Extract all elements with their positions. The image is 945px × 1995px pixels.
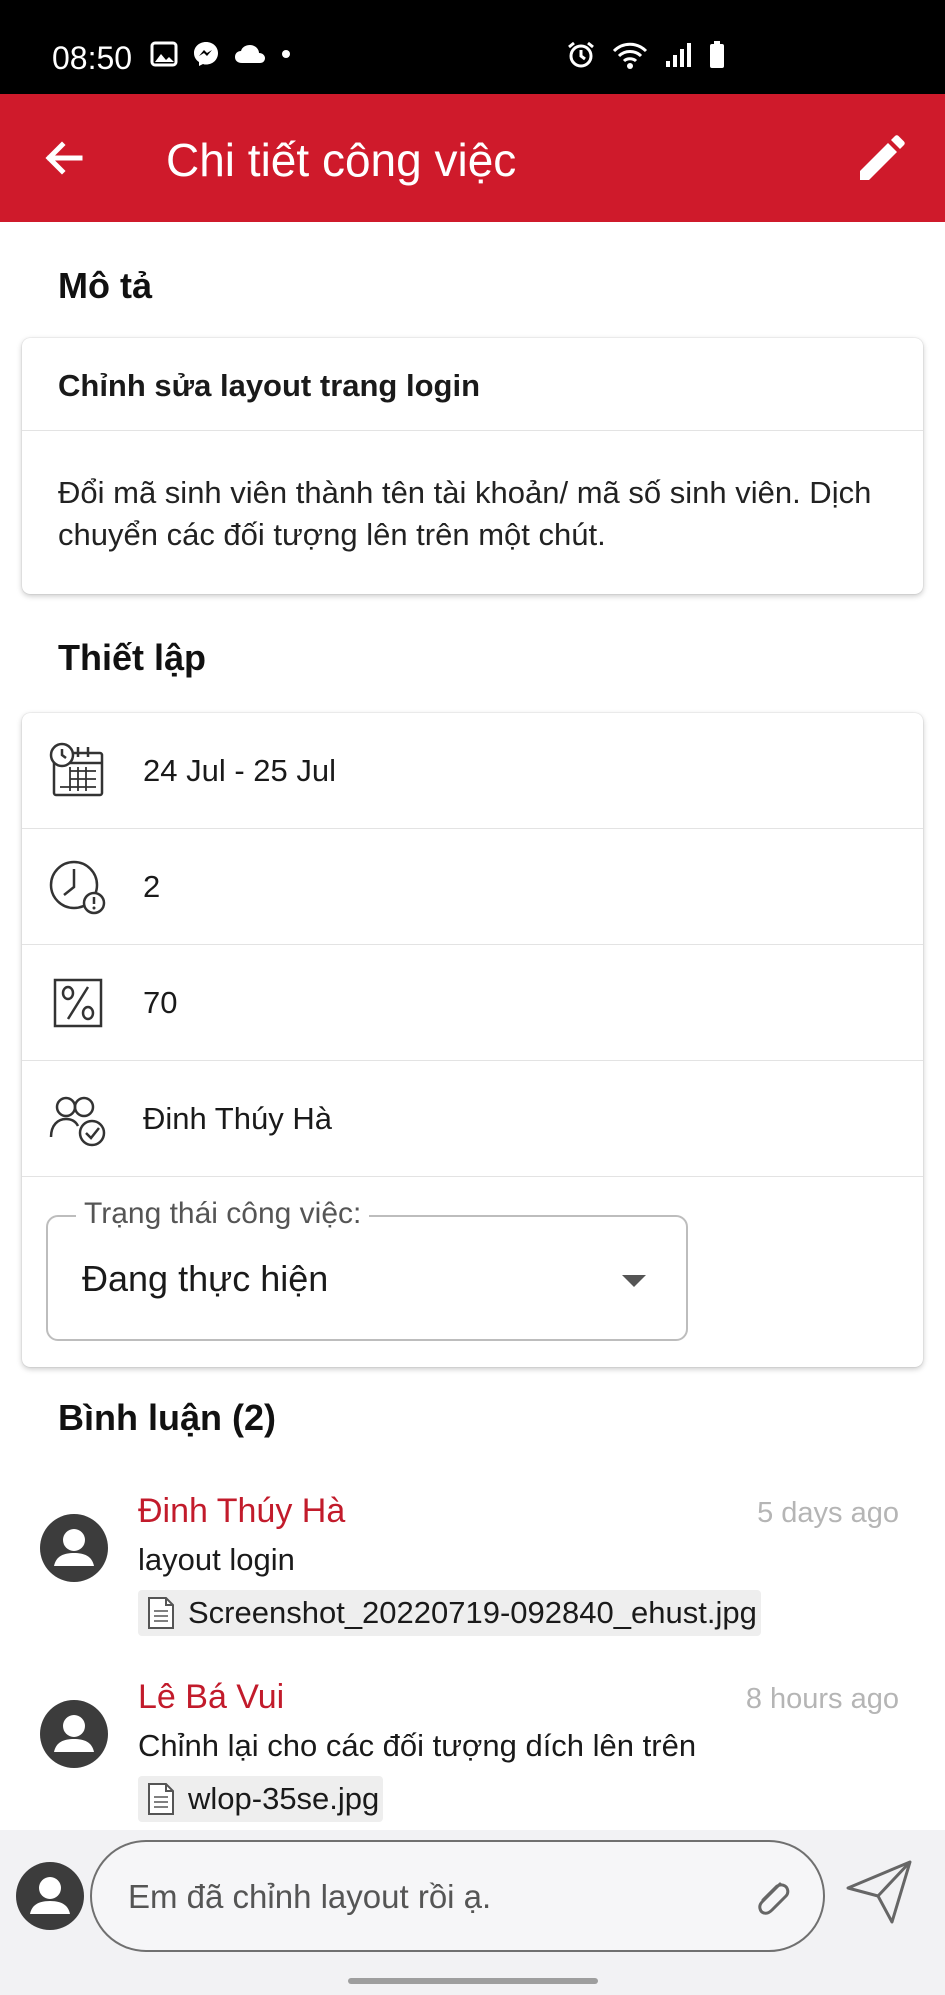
avatar-icon [40, 1700, 108, 1768]
comment-time: 8 hours ago [745, 1683, 899, 1715]
date-range: 24 Jul - 25 Jul [143, 753, 336, 788]
settings-heading: Thiết lập [58, 637, 207, 678]
home-indicator[interactable] [348, 1978, 598, 1984]
attachment-name: Screenshot_20220719-092840_ehust.jpg [188, 1595, 757, 1630]
status-dropdown[interactable]: Trạng thái công việc: Đang thực hiện [46, 1195, 688, 1341]
assignee-row[interactable]: Đinh Thúy Hà [22, 1061, 923, 1177]
alarm-icon [568, 41, 594, 68]
messenger-icon [194, 42, 218, 66]
calendar-clock-icon [49, 742, 104, 797]
settings-card: 24 Jul - 25 Jul 2 70 Đinh Thúy Hà Trạng … [22, 713, 923, 1367]
avatar-icon [16, 1862, 84, 1930]
image-icon [150, 41, 178, 67]
cloud-icon [235, 45, 265, 63]
comment-author[interactable]: Lê Bá Vui [138, 1676, 284, 1718]
avatar-icon [40, 1514, 108, 1582]
task-description: Đổi mã sinh viên thành tên tài khoản/ mã… [58, 475, 872, 552]
comment-text: layout login [138, 1542, 295, 1577]
description-card: Chỉnh sửa layout trang login Đổi mã sinh… [22, 338, 923, 594]
comment-author[interactable]: Đinh Thúy Hà [138, 1490, 345, 1532]
divider [22, 430, 923, 431]
status-time: 08:50 [52, 40, 133, 76]
date-range-row[interactable]: 24 Jul - 25 Jul [22, 713, 923, 829]
signal-icon [666, 43, 691, 67]
attachment-chip[interactable]: Screenshot_20220719-092840_ehust.jpg [138, 1590, 761, 1636]
page-title: Chi tiết công việc [166, 134, 517, 186]
clock-alert-icon [49, 860, 106, 915]
battery-icon [710, 41, 724, 68]
assignee-name: Đinh Thúy Hà [143, 1101, 332, 1136]
comment-item: Lê Bá Vui 8 hours ago Chỉnh lại cho các … [0, 1674, 945, 1854]
percent-icon [53, 978, 103, 1028]
edit-pencil-icon[interactable] [850, 130, 910, 190]
file-icon [148, 1783, 174, 1815]
dropdown-arrow-icon [622, 1275, 646, 1287]
status-value: Đang thực hiện [82, 1258, 329, 1299]
comment-input-bar: Em đã chỉnh layout rồi ạ. [0, 1830, 945, 1995]
progress-value: 70 [143, 985, 178, 1020]
notification-icons [150, 40, 292, 68]
send-icon[interactable] [842, 1854, 916, 1928]
back-arrow-icon[interactable] [36, 130, 92, 186]
task-detail-screen: 08:50 Chi tiết công việc Mô tả Chỉnh sửa… [0, 0, 945, 1995]
comment-input[interactable]: Em đã chỉnh layout rồi ạ. [90, 1840, 825, 1952]
task-title: Chỉnh sửa layout trang login [58, 368, 481, 403]
system-icons [566, 40, 726, 70]
description-heading: Mô tả [58, 265, 152, 306]
wifi-icon [612, 42, 648, 69]
file-icon [148, 1597, 174, 1629]
estimate-value: 2 [143, 869, 161, 904]
status-bar: 08:50 [0, 0, 945, 94]
comments-heading: Bình luận (2) [58, 1397, 276, 1438]
status-label: Trạng thái công việc: [76, 1195, 370, 1233]
estimate-row[interactable]: 2 [22, 829, 923, 945]
dot-icon [282, 50, 290, 58]
comment-text: Chỉnh lại cho các đối tượng dích lên trê… [138, 1728, 697, 1763]
people-check-icon [49, 1096, 106, 1147]
paperclip-icon[interactable] [748, 1872, 798, 1922]
comment-input-placeholder: Em đã chỉnh layout rồi ạ. [128, 1878, 492, 1915]
attachment-name: wlop-35se.jpg [188, 1781, 380, 1816]
comment-time: 5 days ago [757, 1497, 899, 1529]
progress-row[interactable]: 70 [22, 945, 923, 1061]
comment-item: Đinh Thúy Hà 5 days ago layout login Scr… [0, 1488, 945, 1668]
attachment-chip[interactable]: wlop-35se.jpg [138, 1776, 384, 1822]
app-bar: Chi tiết công việc [0, 94, 945, 222]
